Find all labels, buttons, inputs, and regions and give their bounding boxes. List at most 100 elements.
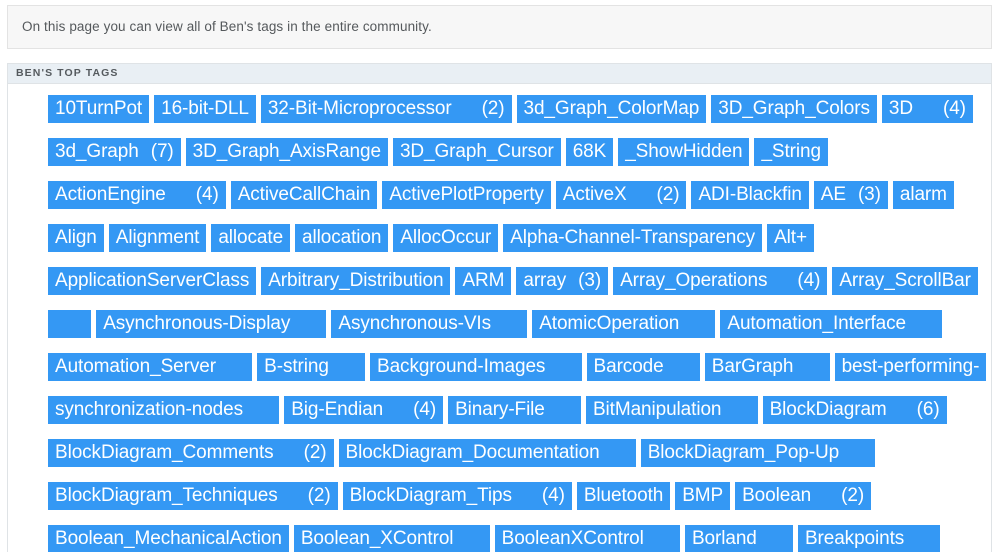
tag-link[interactable]: BooleanXControl — [494, 525, 680, 552]
tag-label: Array_Operations — [620, 270, 768, 291]
tag-count: (2) — [656, 184, 680, 205]
tag-link[interactable]: 68K — [565, 138, 614, 166]
tag-count — [243, 399, 272, 420]
tag-count: (4) — [942, 98, 966, 119]
tag-label: ApplicationServerClass — [55, 270, 250, 291]
tag-link[interactable]: Align — [48, 224, 104, 252]
tag-link[interactable]: 3d_Graph (7) — [48, 138, 181, 166]
tag-cloud: 10TurnPot 16-bit-DLL 32-Bit-Microprocess… — [12, 90, 987, 552]
tag-link[interactable]: Boolean_MechanicalAction — [48, 525, 289, 552]
tag-link[interactable]: 3D (4) — [881, 95, 973, 123]
tag-link[interactable]: B-string — [257, 353, 365, 381]
tag-link[interactable]: 3D_Graph_Cursor — [392, 138, 561, 166]
tag-link[interactable]: Binary-File — [448, 396, 581, 424]
tag-link[interactable]: Breakpoints — [797, 525, 941, 552]
tag-link[interactable]: 32-Bit-Microprocessor (2) — [260, 95, 512, 123]
tag-count — [664, 356, 693, 377]
tag-label: Borland — [691, 528, 757, 549]
tag-label: allocate — [218, 227, 284, 248]
tag-label: 3D_Graph_Cursor — [399, 141, 554, 162]
tag-count — [793, 356, 822, 377]
tag-label: BlockDiagram_Techniques — [55, 485, 278, 506]
tag-link[interactable]: BlockDiagram (6) — [762, 396, 947, 424]
tag-link[interactable]: Automation_Server — [48, 353, 253, 381]
tag-label: BlockDiagram_Comments — [55, 442, 274, 463]
tag-link[interactable]: BlockDiagram_Documentation — [338, 439, 636, 467]
tag-link[interactable]: Borland — [684, 525, 793, 552]
tag-link[interactable]: 10TurnPot — [48, 95, 150, 123]
tag-link[interactable]: AE (3) — [813, 181, 888, 209]
tag-link[interactable]: Alpha-Channel-Transparency — [503, 224, 763, 252]
tag-link[interactable]: Alignment — [108, 224, 207, 252]
tag-label: ADI-Blackfin — [698, 184, 802, 205]
tag-link[interactable]: allocation — [295, 224, 389, 252]
tag-link[interactable]: Background-Images — [370, 353, 582, 381]
tag-link[interactable]: Boolean_XControl — [293, 525, 490, 552]
tag-link[interactable]: Big-Endian (4) — [284, 396, 444, 424]
tag-link[interactable]: ActiveX (2) — [555, 181, 687, 209]
tag-count: (2) — [303, 442, 327, 463]
tag-link[interactable]: _ShowHidden — [618, 138, 750, 166]
tag-count: (3) — [578, 270, 602, 291]
tag-link[interactable]: _String — [754, 138, 828, 166]
tag-count — [55, 313, 84, 334]
tag-label: Binary-File — [455, 399, 545, 420]
tag-label: 32-Bit-Microprocessor — [267, 98, 452, 119]
tag-label: Background-Images — [377, 356, 546, 377]
tag-link[interactable]: BlockDiagram_Comments (2) — [48, 439, 334, 467]
tag-link[interactable]: BitManipulation — [585, 396, 758, 424]
tag-link[interactable]: Boolean (2) — [735, 482, 872, 510]
tag-link[interactable]: ARM — [455, 267, 512, 295]
tag-link[interactable]: 3D_Graph_AxisRange — [185, 138, 388, 166]
tag-count — [721, 399, 750, 420]
tag-label: Alpha-Channel-Transparency — [510, 227, 756, 248]
tag-link[interactable]: BlockDiagram_Tips (4) — [342, 482, 572, 510]
tag-link[interactable]: BlockDiagram_Techniques (2) — [48, 482, 338, 510]
tag-link[interactable]: allocate — [211, 224, 291, 252]
tag-label: Breakpoints — [804, 528, 905, 549]
tag-link[interactable]: Asynchronous-VIs — [331, 310, 528, 338]
tag-link[interactable]: ADI-Blackfin — [691, 181, 809, 209]
tag-link[interactable]: 16-bit-DLL — [154, 95, 256, 123]
tag-label: BlockDiagram — [769, 399, 887, 420]
tag-label: Boolean_XControl — [300, 528, 454, 549]
tag-count — [453, 528, 482, 549]
tag-link[interactable]: Alt+ — [767, 224, 814, 252]
tag-label: 3d_Graph_ColorMap — [523, 98, 700, 119]
tag-link[interactable]: Bluetooth — [576, 482, 671, 510]
tag-link[interactable]: Array_Operations (4) — [613, 267, 828, 295]
tag-label: ARM — [462, 270, 505, 291]
tag-label: AE — [820, 184, 846, 205]
tag-label: 3d_Graph — [55, 141, 139, 162]
tag-link[interactable]: BMP — [675, 482, 731, 510]
tag-link[interactable]: Automation_Interface — [720, 310, 943, 338]
tag-link[interactable]: alarm — [892, 181, 954, 209]
tag-label: Boolean_MechanicalAction — [55, 528, 282, 549]
tag-link[interactable]: AllocOccur — [393, 224, 499, 252]
tag-label: array — [523, 270, 567, 291]
tag-link[interactable]: Barcode — [586, 353, 700, 381]
tag-label: 3D — [888, 98, 913, 119]
tag-label: Arbitrary_Distribution — [268, 270, 444, 291]
tag-link[interactable]: Asynchronous-Display — [96, 310, 327, 338]
tag-label: _String — [761, 141, 821, 162]
page-notice: On this page you can view all of Ben's t… — [7, 5, 992, 49]
tag-link[interactable]: AtomicOperation — [532, 310, 716, 338]
tag-count — [216, 356, 245, 377]
tag-link[interactable]: ApplicationServerClass — [48, 267, 257, 295]
tag-link[interactable]: 3d_Graph_ColorMap — [516, 95, 707, 123]
tag-link[interactable]: ActivePlotProperty — [382, 181, 551, 209]
tag-link[interactable]: Arbitrary_Distribution — [261, 267, 451, 295]
tag-link[interactable]: BlockDiagram_Pop-Up — [640, 439, 876, 467]
tag-link[interactable]: ActiveCallChain — [230, 181, 378, 209]
tag-label: BlockDiagram_Tips — [349, 485, 512, 506]
top-tags-panel-header: BEN'S TOP TAGS — [8, 64, 991, 84]
tag-link[interactable]: array (3) — [516, 267, 609, 295]
tag-link[interactable]: 3D_Graph_Colors — [711, 95, 877, 123]
tag-label: Asynchronous-VIs — [338, 313, 491, 334]
tag-link[interactable]: BarGraph — [704, 353, 830, 381]
tag-label: allocation — [302, 227, 382, 248]
tag-count: (7) — [150, 141, 174, 162]
tag-link[interactable]: ActionEngine (4) — [48, 181, 226, 209]
tag-count — [600, 442, 629, 463]
